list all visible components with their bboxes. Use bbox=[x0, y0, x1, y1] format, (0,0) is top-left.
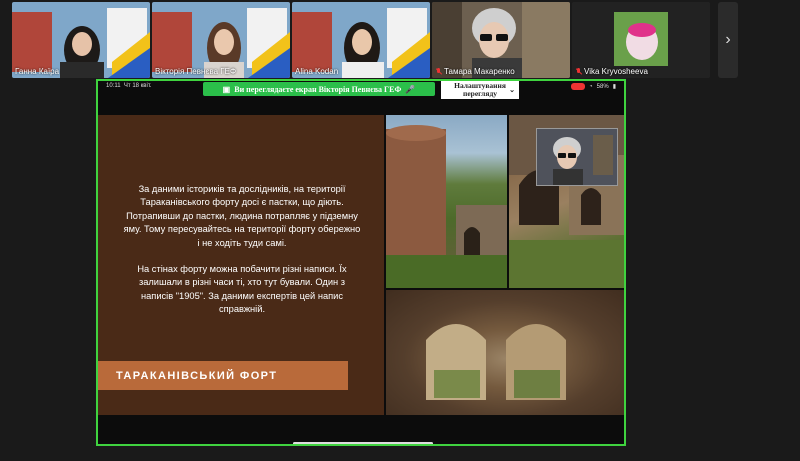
home-indicator bbox=[293, 442, 433, 444]
mic-icon: 🎤 bbox=[405, 84, 416, 94]
status-time: 10:11 Чт 18 квіт. bbox=[106, 83, 152, 89]
shared-screen: 10:11 Чт 18 квіт. ◔ 58% ▮ ▣ Ви перегляда… bbox=[96, 79, 626, 446]
participant-tile[interactable]: Тамара Макаренко bbox=[432, 2, 570, 78]
participant-name: Вікторія Певнєва ГЕФ bbox=[155, 67, 237, 76]
chevron-down-icon: ⌄ bbox=[509, 86, 515, 94]
slide-body: За даними істориків та дослідників, на т… bbox=[122, 183, 362, 330]
battery-icon: ▮ bbox=[612, 84, 616, 90]
screen-share-icon: ▣ bbox=[222, 84, 231, 94]
next-page-button[interactable]: › bbox=[718, 2, 738, 78]
presentation-slide: За даними істориків та дослідників, на т… bbox=[98, 115, 624, 415]
slide-paragraph-2: На стінах форту можна побачити різні нап… bbox=[137, 264, 347, 315]
participant-name: Vika Kryvosheeva bbox=[584, 67, 648, 76]
mic-off-icon bbox=[435, 67, 442, 76]
fort-photo-arches bbox=[386, 290, 624, 415]
wifi-icon: ◔ bbox=[589, 83, 593, 90]
screen-share-banner: ▣ Ви переглядаєте екран Вікторія Певнєва… bbox=[203, 82, 435, 96]
recording-icon bbox=[571, 83, 586, 90]
participant-tile[interactable]: Вікторія Певнєва ГЕФ bbox=[152, 2, 290, 78]
screen-share-text: Ви переглядаєте екран Вікторія Певнєва Г… bbox=[234, 84, 402, 94]
fort-photo-tower bbox=[386, 115, 507, 288]
participant-name: Ганна Каїра bbox=[15, 67, 60, 76]
participant-name: Тамара Макаренко bbox=[444, 67, 515, 76]
slide-title: ТАРАКАНІВСЬКИЙ ФОРТ bbox=[98, 361, 348, 390]
chevron-right-icon: › bbox=[725, 31, 731, 48]
battery-level: 58% bbox=[596, 83, 609, 90]
participant-name: Alina Kodan bbox=[295, 67, 339, 76]
participant-tile[interactable]: Vika Kryvosheeva bbox=[572, 2, 710, 78]
participant-tile[interactable]: Alina Kodan bbox=[292, 2, 430, 78]
slide-paragraph-1: За даними істориків та дослідників, на т… bbox=[123, 184, 361, 248]
presenter-pip-video[interactable] bbox=[536, 128, 618, 186]
participant-strip: Ганна Каїра Вікторія Певнєва ГЕФ Alina K… bbox=[0, 0, 800, 80]
slide-text-panel: За даними істориків та дослідників, на т… bbox=[98, 115, 384, 415]
mic-off-icon bbox=[575, 67, 582, 76]
view-options-button[interactable]: Налаштування перегляду ⌄ bbox=[441, 81, 519, 99]
participant-tile[interactable]: Ганна Каїра bbox=[12, 2, 150, 78]
